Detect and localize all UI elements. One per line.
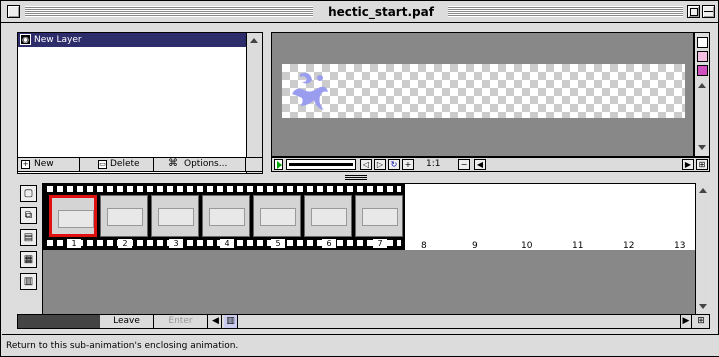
collapse-box[interactable] xyxy=(702,5,715,18)
preview-side-tools xyxy=(694,32,710,157)
empty-frames[interactable]: 8 9 10 11 12 13 xyxy=(405,184,696,251)
delete-layer-button[interactable]: ▭ Delete xyxy=(80,158,154,171)
enter-button[interactable]: Enter xyxy=(154,315,208,328)
scroll-left-icon[interactable]: ◀ xyxy=(474,159,486,170)
frame-number: 12 xyxy=(623,241,635,251)
step-forward-icon[interactable]: ▷ xyxy=(374,159,386,170)
new-layer-button[interactable]: + New xyxy=(18,158,80,171)
duplicate-frame-icon[interactable]: ⧉ xyxy=(20,207,37,224)
close-box[interactable] xyxy=(7,5,20,18)
frame-number: 1 xyxy=(67,239,81,248)
loop-icon[interactable]: ↻ xyxy=(388,159,400,170)
zoom-out-icon[interactable]: − xyxy=(458,159,470,170)
new-icon: + xyxy=(21,160,30,169)
grow-box-icon[interactable]: ⊞ xyxy=(696,159,708,170)
title-bar[interactable]: hectic_start.paf xyxy=(1,1,718,23)
layer-button-bar: + New ▭ Delete ⌘ Options... xyxy=(17,157,263,172)
frame-cell[interactable] xyxy=(304,195,352,237)
new-frame-icon[interactable]: ▢ xyxy=(20,185,37,202)
frame-cell[interactable] xyxy=(355,195,403,237)
frame-number: 2 xyxy=(118,239,132,248)
zoom-box[interactable] xyxy=(687,5,700,18)
scroll-right-icon[interactable]: ▶ xyxy=(682,159,694,170)
frame-number: 7 xyxy=(373,239,387,248)
trash-icon: ▭ xyxy=(98,160,107,169)
scroll-right-icon[interactable]: ▶ xyxy=(680,315,692,328)
scroll-up-icon[interactable] xyxy=(250,38,258,43)
zoom-in-icon[interactable]: + xyxy=(402,159,414,170)
scroll-down-icon[interactable] xyxy=(699,304,707,309)
timeline[interactable]: 1 2 3 4 5 6 7 8 9 10 11 12 13 xyxy=(42,183,696,314)
split-handle[interactable] xyxy=(345,175,367,181)
scrub-slider[interactable] xyxy=(286,159,356,170)
frame-number: 10 xyxy=(521,241,533,251)
sprite-image xyxy=(292,72,328,110)
frame-cell[interactable] xyxy=(151,195,199,237)
scroll-down-icon[interactable] xyxy=(698,145,706,150)
animation-window: hectic_start.paf ◉ New Layer + New ▭ Del… xyxy=(0,0,719,357)
frame-cell[interactable] xyxy=(202,195,250,237)
frame-number: 6 xyxy=(322,239,336,248)
window-title: hectic_start.paf xyxy=(317,4,445,20)
zoom-level: 1:1 xyxy=(426,159,441,169)
timeline-tools: ▢ ⧉ ▤ ▦ ▥ xyxy=(17,183,42,296)
scroll-thumb[interactable]: ▥ xyxy=(224,315,238,328)
frame-number: 8 xyxy=(421,241,427,251)
frame-number: 5 xyxy=(271,239,285,248)
play-button[interactable] xyxy=(274,159,283,170)
preview-canvas[interactable] xyxy=(271,32,694,157)
frame-number: 4 xyxy=(220,239,234,248)
layer-options-button[interactable]: ⌘ Options... xyxy=(154,158,246,171)
frame-number: 3 xyxy=(169,239,183,248)
scroll-left-icon[interactable]: ◀ xyxy=(210,315,222,328)
layer-name: New Layer xyxy=(34,35,82,45)
leave-button[interactable]: Leave xyxy=(100,315,154,328)
options-icon: ⌘ xyxy=(168,158,178,169)
frame-number: 9 xyxy=(472,241,478,251)
sub-animation-icon[interactable]: ▦ xyxy=(20,251,37,268)
layer-list: ◉ New Layer xyxy=(17,32,263,174)
status-bar: Return to this sub-animation's enclosing… xyxy=(2,334,719,356)
scroll-up-icon[interactable] xyxy=(699,188,707,193)
timeline-bottom-bar: Leave Enter ◀ ▥ ▶ ⊞ xyxy=(17,314,710,329)
filmstrip: 1 2 3 4 5 6 7 xyxy=(43,184,405,250)
clipboard-icon[interactable]: ▤ xyxy=(20,229,37,246)
black-white-swatch[interactable] xyxy=(697,37,708,48)
timeline-scrollbar[interactable] xyxy=(695,183,710,314)
eye-icon[interactable]: ◉ xyxy=(20,34,31,45)
playback-bar: ◁ ▷ ↻ + 1:1 − ◀ ▶ ⊞ xyxy=(271,157,710,172)
step-back-icon[interactable]: ◁ xyxy=(360,159,372,170)
frame-cell[interactable] xyxy=(253,195,301,237)
frame-number: 13 xyxy=(674,241,686,251)
frame-cell[interactable] xyxy=(100,195,148,237)
scroll-up-icon[interactable] xyxy=(698,83,706,88)
layer-scrollbar[interactable] xyxy=(246,33,262,173)
trash-icon[interactable]: ▥ xyxy=(20,273,37,290)
frame-cell[interactable] xyxy=(49,195,97,237)
frame-number: 11 xyxy=(572,241,584,251)
pink-swatch[interactable] xyxy=(697,51,708,62)
transparent-stage xyxy=(282,64,685,118)
layer-row[interactable]: ◉ New Layer xyxy=(18,33,247,47)
magenta-swatch[interactable] xyxy=(697,65,708,76)
grow-box-icon[interactable]: ⊞ xyxy=(694,315,708,328)
